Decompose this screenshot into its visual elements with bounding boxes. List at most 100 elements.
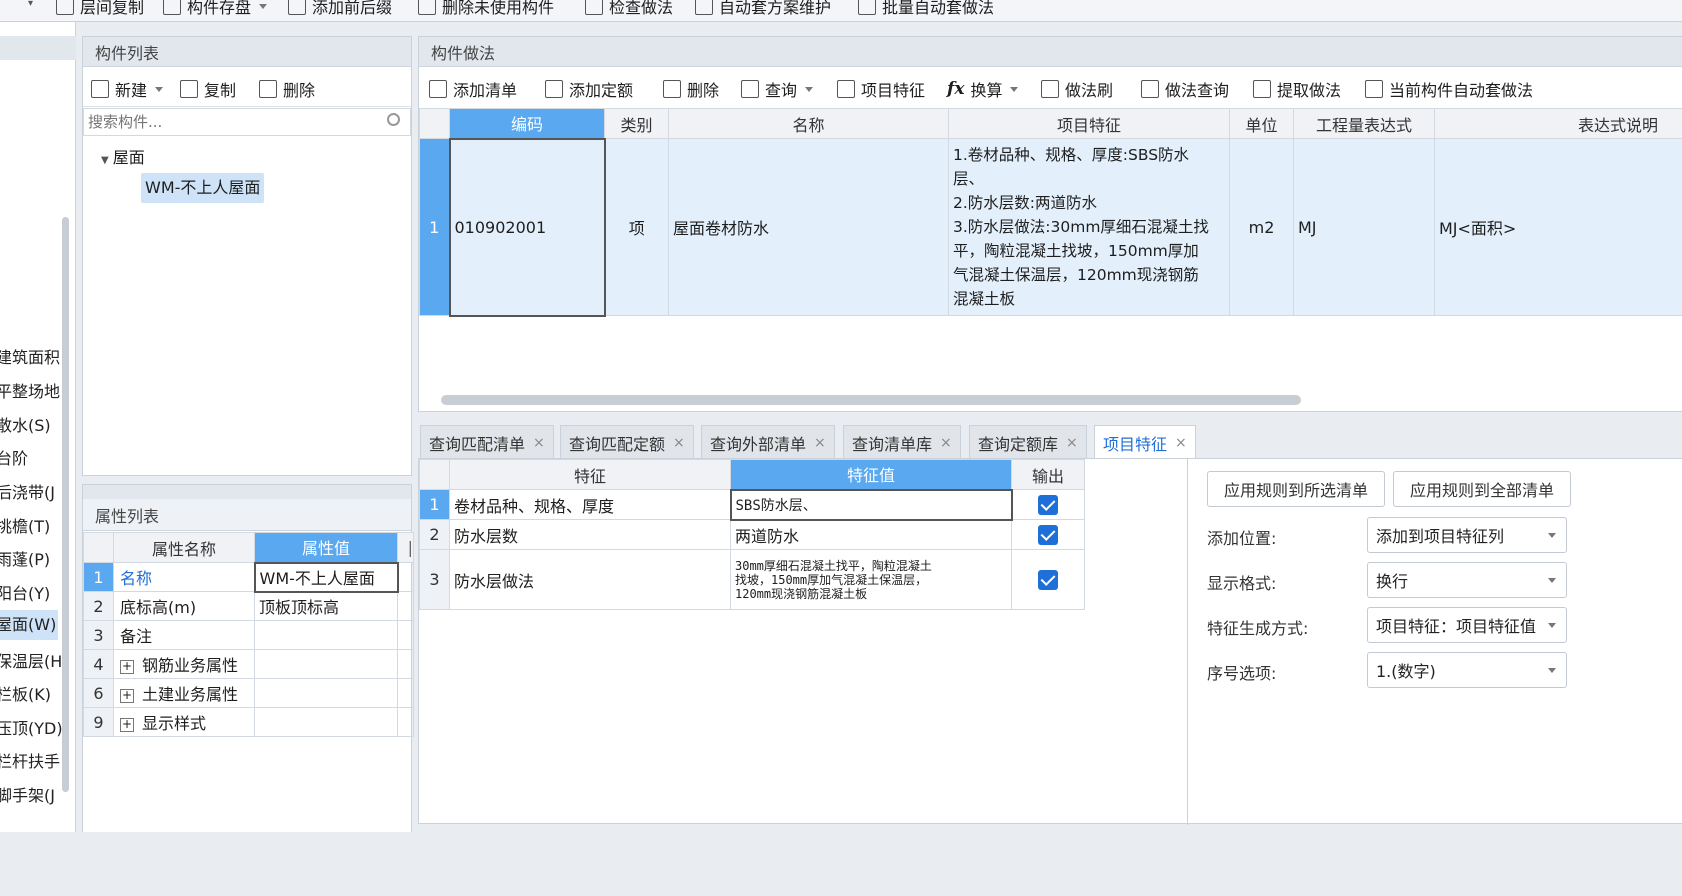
horizontal-scrollbar[interactable] xyxy=(441,395,1301,405)
property-value[interactable] xyxy=(254,620,398,650)
column-header[interactable]: 名称 xyxy=(668,108,949,139)
tree-item-selected[interactable]: WM-不上人屋面 xyxy=(141,173,265,203)
property-group[interactable]: + 显示样式 xyxy=(113,707,255,737)
search-icon[interactable] xyxy=(387,113,400,126)
save-component-button[interactable]: 构件存盘 xyxy=(163,0,268,18)
column-header[interactable]: 单位 xyxy=(1229,108,1294,139)
expand-icon[interactable]: + xyxy=(120,688,134,703)
column-header[interactable]: 属性名称 xyxy=(113,532,255,563)
nav-item-roof[interactable]: 屋面(W) xyxy=(0,610,58,640)
type-cell[interactable]: 项 xyxy=(604,138,669,316)
numbering-select[interactable]: 1.(数字) xyxy=(1367,652,1567,688)
feature-name[interactable]: 防水层数 xyxy=(449,519,731,550)
tab-external-list[interactable]: 查询外部清单 × xyxy=(701,425,835,459)
property-group[interactable]: + 土建业务属性 xyxy=(113,678,255,708)
auto-scheme-button[interactable]: 自动套方案维护 xyxy=(695,0,831,18)
code-cell[interactable]: 010902001 xyxy=(448,137,606,317)
row-number[interactable]: 2 xyxy=(419,519,450,550)
close-icon[interactable]: × xyxy=(673,435,685,451)
property-group[interactable]: + 钢筋业务属性 xyxy=(113,649,255,679)
close-icon[interactable]: × xyxy=(533,435,545,451)
output-cell[interactable] xyxy=(1011,549,1085,610)
method-query-button[interactable]: 做法查询 xyxy=(1141,77,1229,101)
property-value[interactable] xyxy=(254,707,398,737)
row-number[interactable]: 3 xyxy=(419,549,450,610)
delete-method-button[interactable]: 删除 xyxy=(663,77,719,101)
property-name[interactable]: 底标高(m) xyxy=(113,591,255,621)
nav-item-coping[interactable]: 压顶(YD) xyxy=(0,715,63,739)
property-value[interactable] xyxy=(254,678,398,708)
nav-item-insulation[interactable]: 保温层(H xyxy=(0,648,62,672)
nav-item-railing[interactable]: 栏杆扶手 xyxy=(0,748,60,772)
close-icon[interactable]: × xyxy=(814,435,826,451)
row-number[interactable]: 3 xyxy=(83,620,114,650)
close-icon[interactable]: × xyxy=(1066,435,1078,451)
output-checkbox[interactable] xyxy=(1038,524,1058,545)
display-format-select[interactable]: 换行 xyxy=(1367,562,1567,598)
column-header[interactable]: 表达式说明 xyxy=(1434,108,1682,139)
nav-item-apron[interactable]: 散水(S) xyxy=(0,412,51,436)
output-checkbox[interactable] xyxy=(1038,494,1059,515)
close-icon[interactable]: × xyxy=(940,435,952,451)
query-button[interactable]: 查询 xyxy=(741,77,814,101)
dropdown-arrow-icon[interactable]: ▾ xyxy=(28,0,33,9)
property-value[interactable] xyxy=(254,649,398,679)
nav-item-eave[interactable]: 挑檐(T) xyxy=(0,513,50,537)
copy-between-floors-button[interactable]: 层间复制 xyxy=(56,0,144,18)
column-header-selected[interactable]: 特征值 xyxy=(730,459,1012,490)
add-prefix-suffix-button[interactable]: 添加前后缀 xyxy=(288,0,392,18)
delete-button[interactable]: 删除 xyxy=(259,77,315,101)
property-name[interactable]: 备注 xyxy=(113,620,255,650)
property-value[interactable]: 顶板顶标高 xyxy=(254,591,398,621)
convert-button[interactable]: fx 换算 xyxy=(947,77,1019,101)
expand-icon[interactable]: + xyxy=(120,717,134,732)
tab-quota-library[interactable]: 查询定额库 × xyxy=(969,425,1087,460)
apply-selected-button[interactable]: 应用规则到所选清单 xyxy=(1207,471,1385,507)
nav-item-steps[interactable]: 台阶 xyxy=(0,445,28,469)
check-method-button[interactable]: 检查做法 xyxy=(585,0,673,18)
close-icon[interactable]: × xyxy=(1175,435,1187,451)
nav-item-post-cast-strip[interactable]: 后浇带(J xyxy=(0,479,55,503)
column-header[interactable]: 项目特征 xyxy=(948,108,1230,139)
column-header[interactable]: 特征 xyxy=(449,459,731,490)
row-number[interactable]: 1 xyxy=(419,138,450,316)
copy-button[interactable]: 复制 xyxy=(180,77,236,101)
unit-cell[interactable]: m2 xyxy=(1229,138,1294,316)
delete-unused-button[interactable]: 删除未使用构件 xyxy=(418,0,554,18)
output-cell[interactable] xyxy=(1011,489,1085,520)
nav-item-building-area[interactable]: 建筑面积 xyxy=(0,344,60,368)
expand-icon[interactable]: + xyxy=(120,659,134,674)
add-list-button[interactable]: 添加清单 xyxy=(429,77,517,101)
add-quota-button[interactable]: 添加定额 xyxy=(545,77,633,101)
output-checkbox[interactable] xyxy=(1038,569,1058,590)
feature-value-editing[interactable]: SBS防水层、 xyxy=(729,488,1013,521)
row-number[interactable]: 6 xyxy=(83,678,114,708)
nav-item-canopy[interactable]: 雨蓬(P) xyxy=(0,546,50,570)
feature-cell[interactable]: 1.卷材品种、规格、厚度:SBS防水 层、 2.防水层数:两道防水 3.防水层做… xyxy=(948,138,1230,316)
tab-match-list[interactable]: 查询匹配清单 × xyxy=(420,425,554,459)
feature-name[interactable]: 卷材品种、规格、厚度 xyxy=(449,489,731,520)
nav-item-parapet[interactable]: 栏板(K) xyxy=(0,681,51,705)
name-cell[interactable]: 屋面卷材防水 xyxy=(668,138,949,316)
row-number[interactable]: 2 xyxy=(83,591,114,621)
position-select[interactable]: 添加到项目特征列 xyxy=(1367,517,1567,553)
search-input[interactable] xyxy=(83,108,411,136)
nav-item-balcony[interactable]: 阳台(Y) xyxy=(0,580,50,604)
method-brush-button[interactable]: 做法刷 xyxy=(1041,77,1113,101)
nav-item-scaffold[interactable]: 脚手架(J xyxy=(0,782,55,806)
tab-list-library[interactable]: 查询清单库 × xyxy=(843,425,961,459)
property-value-editing[interactable]: WM-不上人屋面 xyxy=(253,561,399,593)
row-number[interactable]: 1 xyxy=(419,489,450,520)
tab-match-quota[interactable]: 查询匹配定额 × xyxy=(560,425,694,459)
row-number[interactable]: 1 xyxy=(83,562,114,592)
column-header-selected[interactable]: 属性值 xyxy=(254,532,398,563)
batch-auto-button[interactable]: 批量自动套做法 xyxy=(858,0,994,18)
row-number[interactable]: 4 xyxy=(83,649,114,679)
column-header[interactable]: 输出 xyxy=(1011,459,1085,490)
tree-root[interactable]: ▼ 屋面 xyxy=(101,144,145,168)
item-feature-button[interactable]: 项目特征 xyxy=(837,77,925,101)
extract-method-button[interactable]: 提取做法 xyxy=(1253,77,1341,101)
expression-desc-cell[interactable]: MJ<面积> xyxy=(1434,138,1682,316)
nav-item-site-leveling[interactable]: 平整场地 xyxy=(0,378,60,402)
left-nav-scrollbar[interactable] xyxy=(62,217,69,792)
